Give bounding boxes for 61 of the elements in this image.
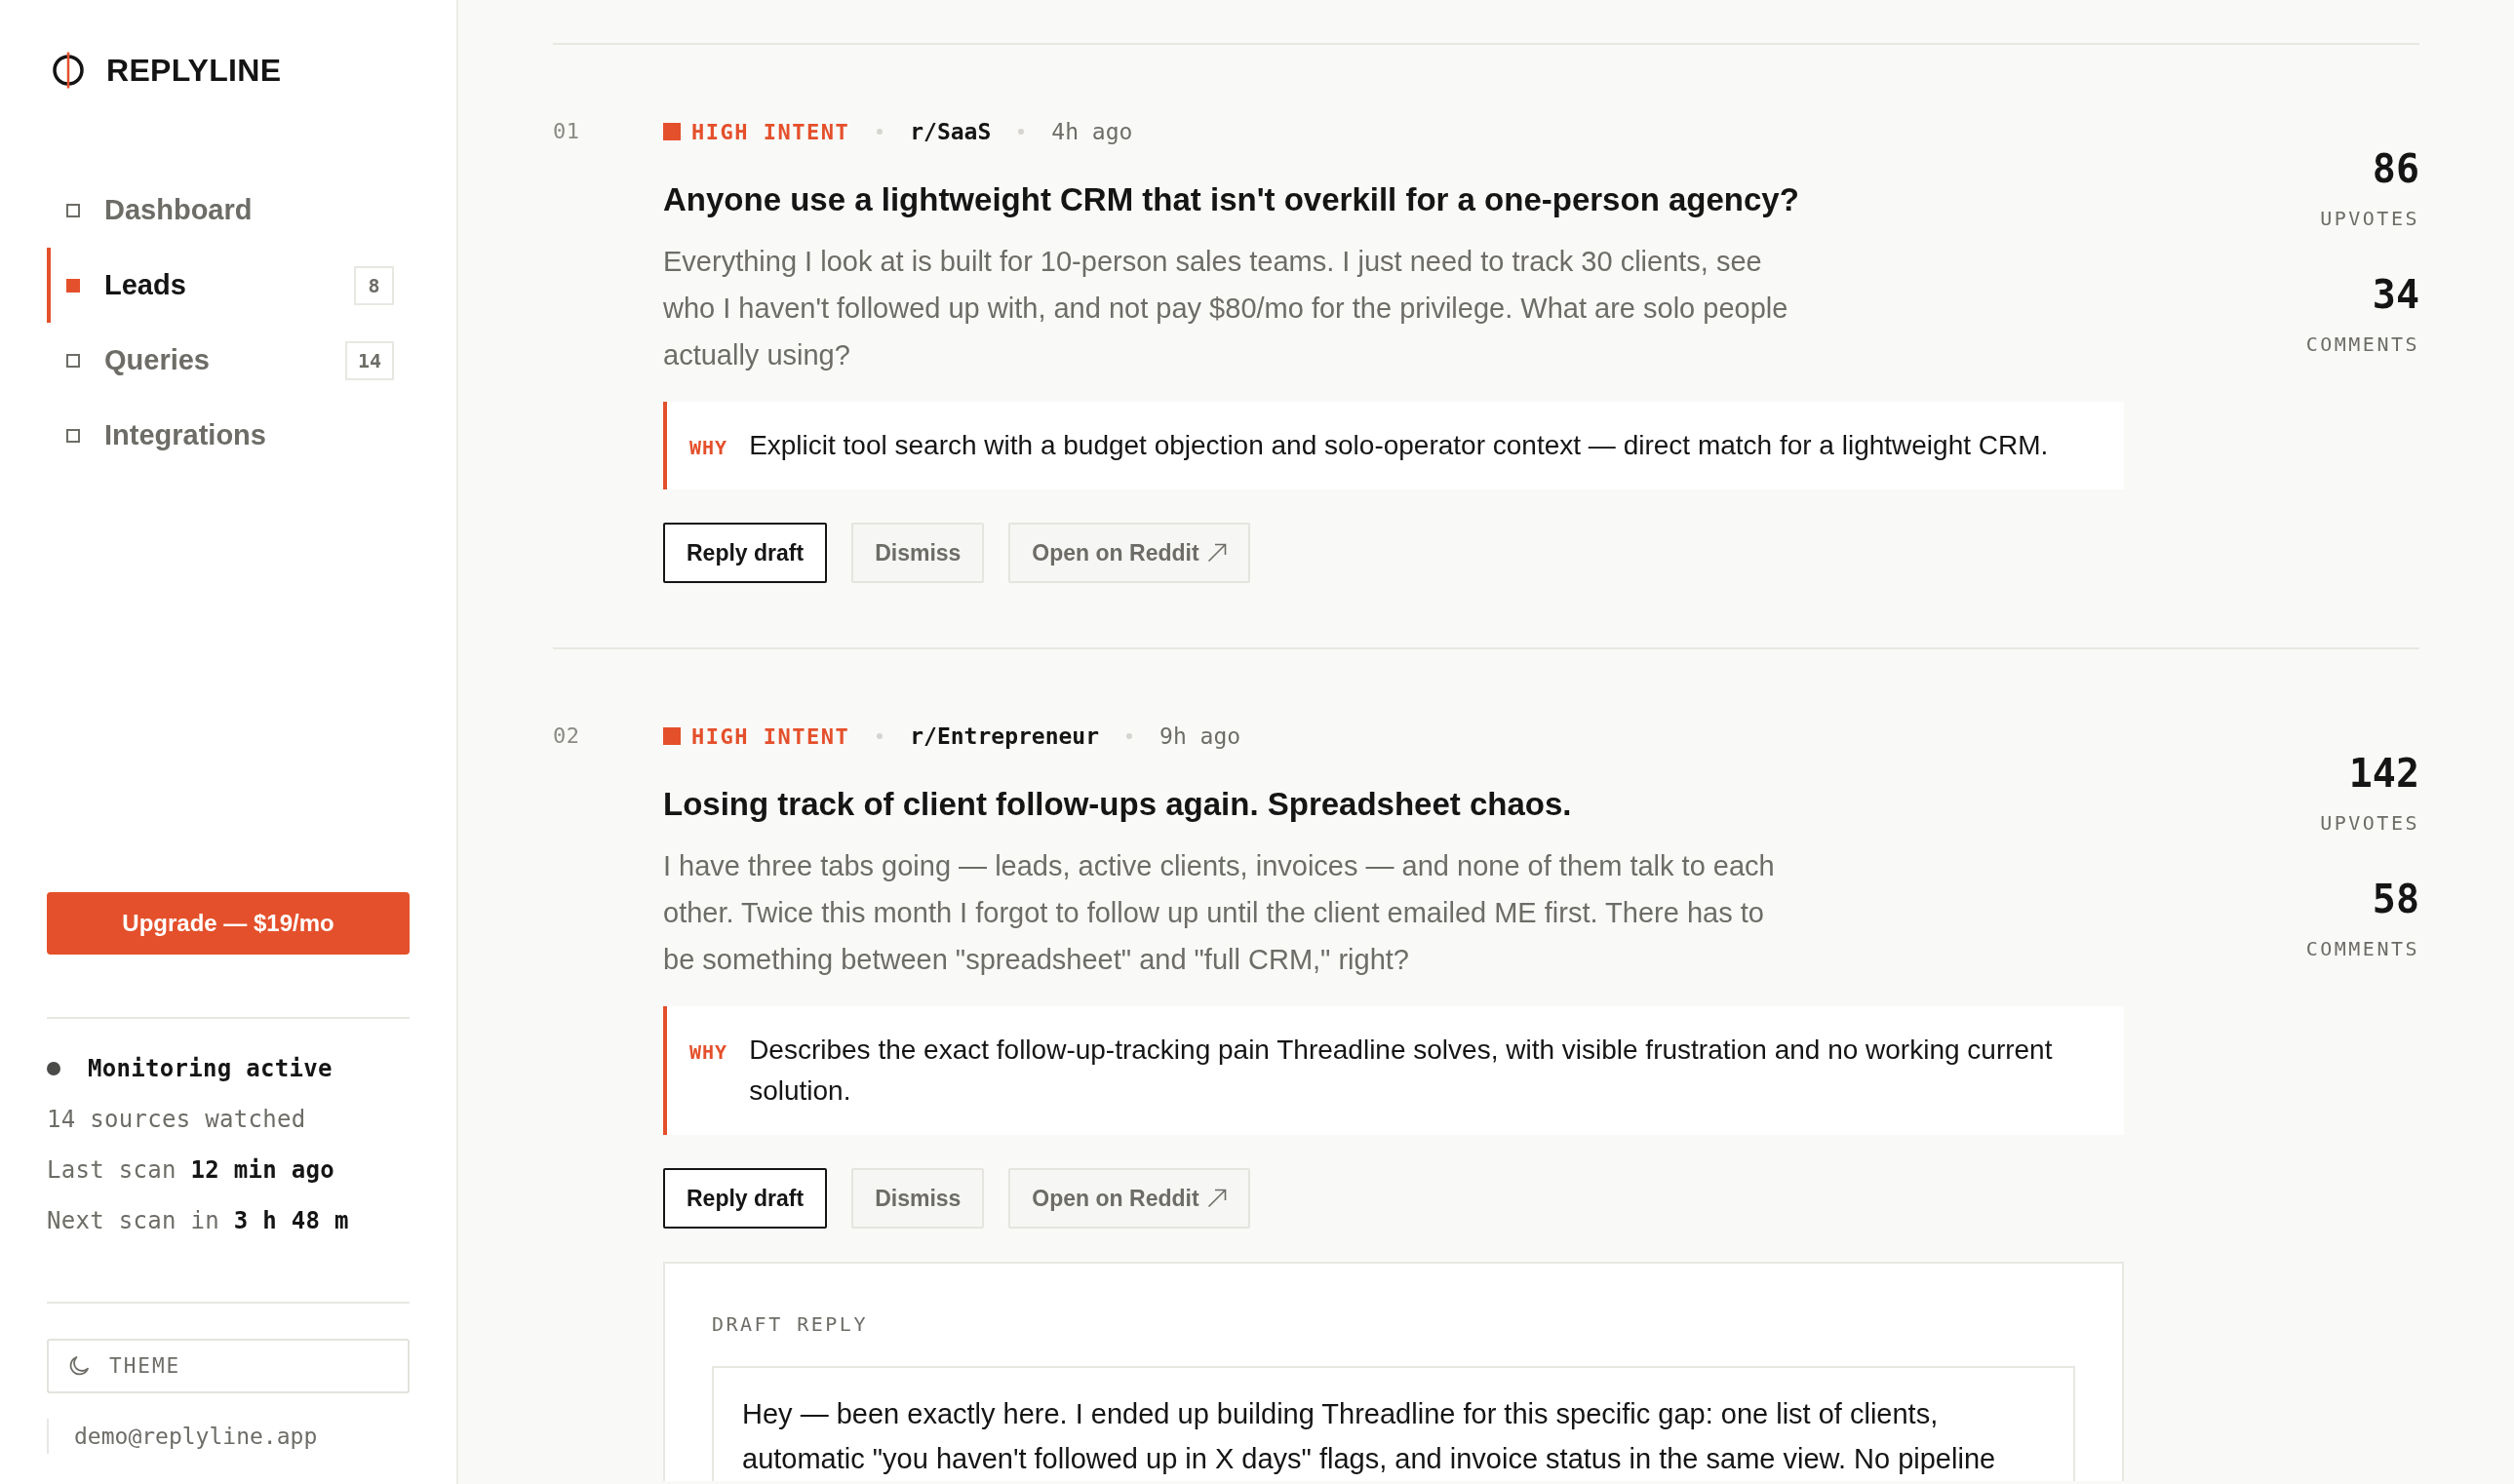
square-icon	[663, 123, 681, 140]
action-button[interactable]: Reply draft	[663, 523, 828, 583]
theme-button[interactable]: THEME	[47, 1339, 410, 1393]
post-age: 9h ago	[1159, 723, 1241, 749]
square-outline-icon	[66, 428, 80, 443]
separator-dot-icon	[1126, 733, 1133, 739]
separator-dot-icon	[877, 733, 884, 739]
lead-number: 01	[553, 118, 581, 145]
subreddit-name: r/Entrepreneur	[910, 723, 1100, 749]
last-scan-text: Last scan 12 min ago	[47, 1156, 334, 1184]
square-outline-icon	[66, 203, 80, 217]
post-body: Everything I look at is built for 10-person sales teams. I just need to track 30 clients, see who I haven't followed up with, and not pay $80/mo for the privilege. What are solo people actually using?	[663, 245, 1789, 372]
monitoring-status: Monitoring active	[88, 1055, 333, 1082]
account-email: demo@replyline.app	[74, 1424, 318, 1449]
reason-text: Describes the exact follow-up-tracking pain Threadline solves, with visible frustration and no working current solution.	[749, 1034, 2054, 1108]
nav-item[interactable]: Leads 8	[47, 248, 410, 323]
stat-value: 142	[2348, 750, 2419, 797]
upgrade-button[interactable]: Upgrade — $19/mo	[47, 892, 410, 955]
count-badge: 14	[344, 340, 394, 380]
stat-value: 58	[2372, 876, 2419, 922]
lead-number: 02	[553, 722, 581, 750]
status-dot-icon	[47, 1062, 60, 1075]
reason-label: WHY	[689, 1040, 728, 1064]
draft-reply-field[interactable]: Hey — been exactly here. I ended up building Threadline for this specific gap: one list of clients, automatic "you haven't followed up in X days" flags, and invoice status in the same view. No pipeline	[712, 1366, 2075, 1481]
filled-square-icon	[66, 278, 80, 293]
action-button[interactable]: Reply draft	[663, 1168, 828, 1229]
stat-value: 86	[2372, 145, 2419, 192]
count-badge: 8	[354, 265, 394, 305]
brand-name: REPLYLINE	[106, 52, 282, 89]
logo-icon	[53, 52, 84, 89]
subreddit-name: r/SaaS	[910, 119, 992, 144]
arrow-up-right-icon	[1206, 1189, 1227, 1208]
stat-value: 34	[2372, 271, 2419, 318]
sources-count: 14 sources watched	[47, 1106, 306, 1133]
draft-label: DRAFT REPLY	[712, 1312, 869, 1336]
nav-item[interactable]: Integrations	[47, 398, 410, 473]
stat-label: UPVOTES	[2320, 206, 2419, 232]
separator-dot-icon	[877, 129, 884, 135]
square-outline-icon	[66, 353, 80, 368]
post-title: Losing track of client follow-ups again. Spreadsheet chaos.	[663, 785, 1573, 824]
separator-dot-icon	[1018, 129, 1025, 135]
nav-item[interactable]: Queries 14	[47, 323, 410, 398]
action-button[interactable]: Open on Reddit	[1008, 1168, 1250, 1229]
stat-label: UPVOTES	[2320, 810, 2419, 837]
post-title: Anyone use a lightweight CRM that isn't overkill for a one-person agency?	[663, 180, 1800, 219]
action-button[interactable]: Dismiss	[851, 1168, 985, 1229]
action-button[interactable]: Open on Reddit	[1008, 523, 1250, 583]
nav-item[interactable]: Dashboard	[47, 173, 410, 248]
action-button[interactable]: Dismiss	[851, 523, 985, 583]
post-body: I have three tabs going — leads, active clients, invoices — and none of them talk to each other. Twice this month I forgot to follow up until the client emailed ME first. There has to be something between "spreadsheet" and "full CRM," right?	[663, 849, 1776, 977]
reason-label: WHY	[689, 436, 728, 459]
intent-label: HIGH INTENT	[691, 723, 850, 749]
moon-icon	[68, 1355, 90, 1377]
next-scan-text: Next scan in 3 h 48 m	[47, 1207, 349, 1234]
square-icon	[663, 727, 681, 745]
intent-label: HIGH INTENT	[691, 119, 850, 144]
stat-label: COMMENTS	[2305, 936, 2419, 962]
post-age: 4h ago	[1051, 119, 1133, 144]
arrow-up-right-icon	[1206, 543, 1227, 563]
reason-text: Explicit tool search with a budget objection and solo-operator context — direct match for a lightweight CRM.	[749, 429, 2049, 462]
stat-label: COMMENTS	[2305, 332, 2419, 358]
